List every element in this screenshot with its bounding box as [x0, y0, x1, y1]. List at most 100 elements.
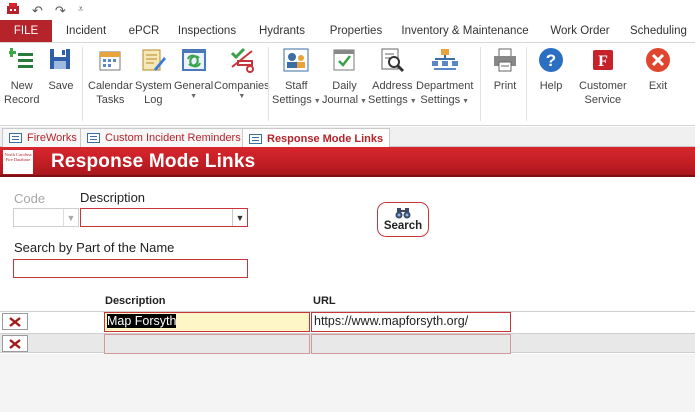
companies-icon [227, 45, 257, 75]
url-cell[interactable]: https://www.mapforsyth.org/ [311, 312, 511, 332]
doc-tab-custom-incident-reminders[interactable]: Custom Incident Reminders [80, 128, 248, 147]
code-combobox[interactable]: ▼ [13, 208, 79, 227]
table-row: Map Forsyth https://www.mapforsyth.org/ [0, 311, 695, 332]
tab-inspections[interactable]: Inspections [168, 20, 246, 42]
exit-label: Exit [648, 80, 668, 92]
staff-settings-button[interactable]: Staff Settings ▼ [272, 45, 321, 109]
customer-service-button[interactable]: F Customer Service [579, 45, 627, 107]
ribbon-separator [480, 47, 481, 121]
form-empty-area [0, 354, 695, 412]
help-icon: ? [536, 45, 566, 75]
tab-inventory-maintenance[interactable]: Inventory & Maintenance [394, 20, 536, 42]
search-button-label: Search [383, 220, 423, 232]
delete-row-button[interactable] [2, 313, 28, 330]
form-icon [249, 133, 262, 144]
tab-scheduling[interactable]: Scheduling [624, 20, 695, 42]
new-record-label: New Record [4, 80, 40, 106]
tab-incident[interactable]: Incident [52, 20, 120, 42]
help-button[interactable]: ? Help [536, 45, 566, 93]
document-tabs: FireWorks Custom Incident Reminders Resp… [0, 127, 695, 148]
customer-service-label: Customer Service [579, 80, 627, 106]
print-label: Print [493, 80, 517, 92]
ribbon-separator [526, 47, 527, 121]
save-icon [46, 45, 76, 75]
general-button[interactable]: General ▼ [174, 45, 213, 100]
search-button[interactable]: Search [377, 202, 429, 237]
address-settings-label: Address Settings ▼ [368, 80, 417, 106]
doc-tab-label: FireWorks [27, 132, 77, 144]
description-cell-text: Map Forsyth [107, 314, 177, 328]
department-settings-button[interactable]: Department Settings ▼ [416, 45, 473, 109]
chevron-down-icon: ▼ [238, 93, 246, 100]
tab-hydrants[interactable]: Hydrants [246, 20, 318, 42]
print-button[interactable]: Print [490, 45, 520, 93]
form-header: North Carolina Fire Database Response Mo… [0, 147, 695, 177]
calendar-tasks-button[interactable]: Calendar Tasks [88, 45, 133, 107]
calendar-tasks-label: Calendar Tasks [88, 80, 133, 106]
ribbon-separator [268, 47, 269, 121]
svg-text:F: F [598, 53, 608, 70]
save-label: Save [48, 80, 74, 92]
delete-x-icon [9, 338, 21, 349]
save-button[interactable]: Save [46, 45, 76, 93]
chevron-down-icon[interactable]: ▼ [232, 209, 247, 226]
page-title: Response Mode Links [51, 151, 256, 172]
ribbon-tabs: FILE Incident ePCR Inspections Hydrants … [0, 20, 695, 42]
app-icon [6, 3, 20, 17]
ribbon: New Record Save Calendar Tasks System Lo… [0, 42, 695, 126]
address-settings-button[interactable]: Address Settings ▼ [368, 45, 417, 109]
undo-icon[interactable]: ↶ [32, 4, 43, 17]
new-record-button[interactable]: New Record [4, 45, 39, 107]
description-label: Description [80, 190, 146, 205]
search-part-label: Search by Part of the Name [14, 240, 175, 255]
column-header-description: Description [105, 295, 166, 307]
chevron-down-icon[interactable]: ▼ [63, 209, 78, 226]
description-combobox[interactable]: ▼ [80, 208, 248, 227]
department-settings-label: Department Settings ▼ [416, 80, 474, 106]
companies-button[interactable]: Companies ▼ [214, 45, 270, 100]
daily-journal-label: Daily Journal ▼ [322, 80, 367, 106]
description-cell[interactable] [104, 334, 310, 354]
exit-icon [643, 45, 673, 75]
tab-epcr[interactable]: ePCR [120, 20, 168, 42]
doc-tab-label: Response Mode Links [267, 132, 384, 145]
staff-settings-label: Staff Settings ▼ [272, 80, 321, 106]
help-label: Help [539, 80, 563, 92]
svg-text:?: ? [546, 51, 556, 70]
tab-work-order[interactable]: Work Order [536, 20, 624, 42]
calendar-icon [95, 45, 125, 75]
description-cell[interactable]: Map Forsyth [104, 312, 310, 332]
customize-toolbar-icon[interactable]: ⩡ [78, 5, 84, 15]
tab-properties[interactable]: Properties [318, 20, 394, 42]
customer-service-icon: F [588, 45, 618, 75]
system-log-icon [138, 45, 168, 75]
form-icon [87, 133, 100, 143]
delete-row-button[interactable] [2, 335, 28, 352]
column-header-url: URL [313, 295, 336, 307]
daily-journal-button[interactable]: Daily Journal ▼ [322, 45, 367, 109]
quick-access-toolbar: ↶ ↷ ⩡ [0, 0, 695, 20]
code-label: Code [14, 191, 46, 206]
ribbon-separator [82, 47, 83, 121]
chevron-down-icon: ▼ [190, 93, 198, 100]
system-log-label: System Log [135, 80, 172, 106]
binoculars-icon [395, 208, 411, 219]
daily-journal-icon [329, 45, 359, 75]
companies-label: Companies [214, 80, 270, 92]
search-part-input[interactable] [13, 259, 248, 278]
general-icon [179, 45, 209, 75]
system-log-button[interactable]: System Log [135, 45, 172, 107]
nc-fire-database-logo: North Carolina Fire Database [3, 150, 33, 174]
org-chart-icon [430, 45, 460, 75]
doc-tab-fireworks[interactable]: FireWorks [2, 128, 84, 147]
doc-tab-response-mode-links[interactable]: Response Mode Links [242, 128, 391, 148]
delete-x-icon [9, 316, 21, 327]
staff-icon [281, 45, 311, 75]
redo-icon[interactable]: ↷ [55, 4, 66, 17]
url-cell[interactable] [311, 334, 511, 354]
doc-tab-label: Custom Incident Reminders [105, 132, 241, 144]
printer-icon [490, 45, 520, 75]
tab-file[interactable]: FILE [0, 20, 52, 42]
table-row-new [0, 333, 695, 354]
exit-button[interactable]: Exit [643, 45, 673, 93]
